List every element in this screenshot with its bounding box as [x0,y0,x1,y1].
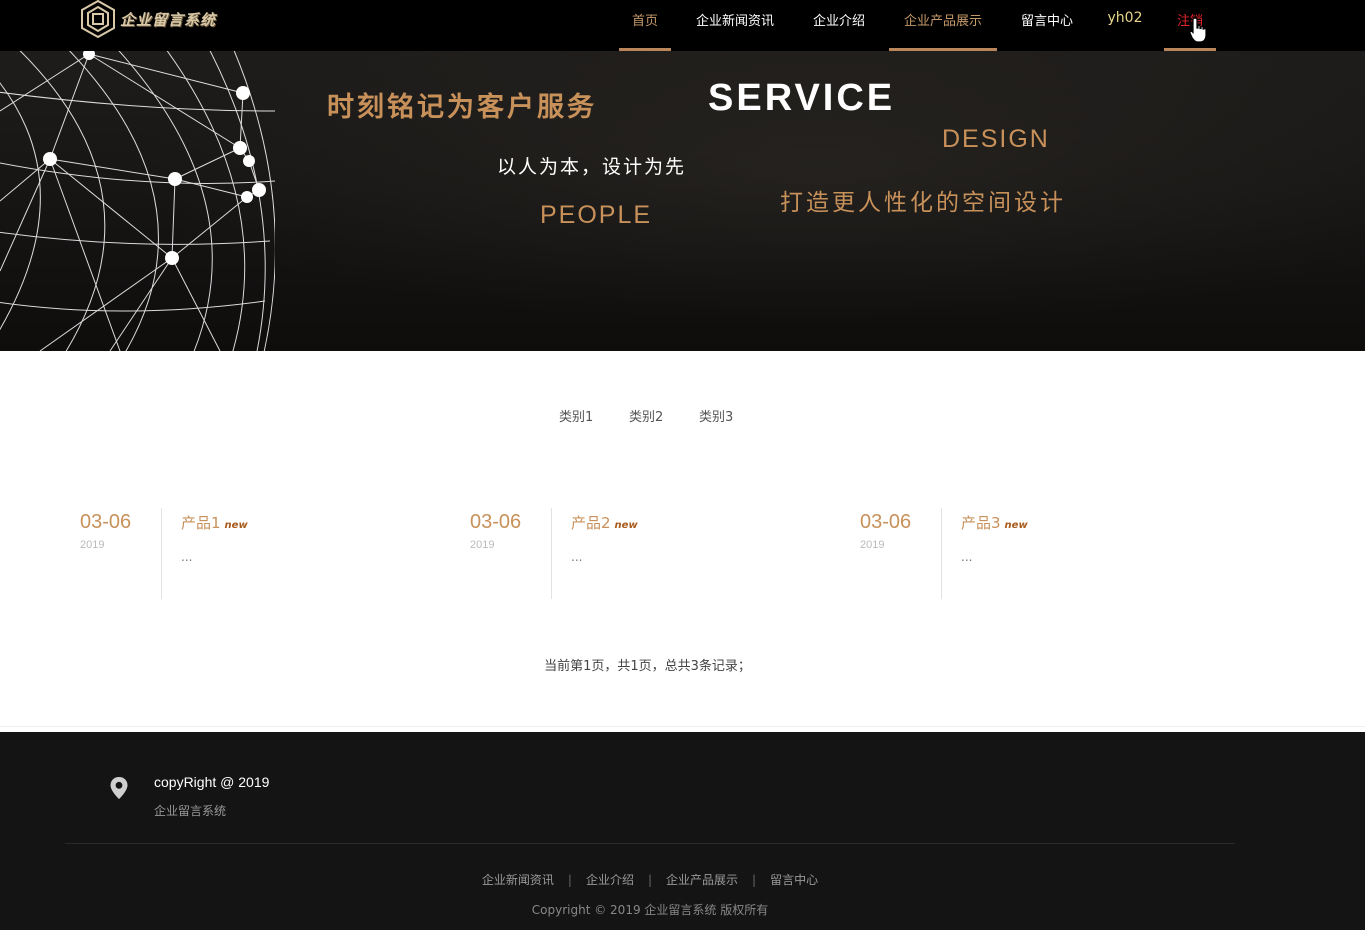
banner-slogan-service-cn: 时刻铭记为客户服务 [327,92,597,123]
product-date: 03-06 [860,511,912,533]
product-title: 产品2 [571,514,611,532]
footer-rights: Copyright © 2019 企业留言系统 版权所有 [531,903,769,917]
logo-text: 企业留言系统 [120,10,217,29]
product-date: 03-06 [470,511,522,533]
product-title-link[interactable]: 产品2 new [571,512,638,533]
network-globe-graphic [0,51,275,351]
product-desc: ... [961,550,973,564]
footer-link-about[interactable]: 企业介绍 [586,873,634,887]
product-title: 产品1 [181,514,221,532]
footer-company: 企业留言系统 [154,804,227,818]
location-pin-icon [110,777,128,799]
category-tab-1[interactable]: 类别1 [559,406,593,425]
nav-about[interactable]: 企业介绍 [808,0,870,51]
new-badge: new [1004,520,1028,531]
category-tabs: 类别1 类别2 类别3 [0,406,1365,426]
product-year: 2019 [80,539,105,551]
footer-top-divider [0,726,1365,727]
product-year: 2019 [470,539,495,551]
pagination-info: 当前第1页，共1页，总共3条记录； [544,659,751,674]
site-logo[interactable]: 企业留言系统 [80,0,216,38]
category-tab-2[interactable]: 类别2 [629,406,663,425]
hero-banner: 时刻铭记为客户服务 SERVICE DESIGN 以人为本，设计为先 打造更人性… [0,51,1365,351]
product-year: 2019 [860,539,885,551]
footer-links: 企业新闻资讯 | 企业介绍 | 企业产品展示 | 留言中心 [0,871,1300,888]
product-divider [551,508,552,599]
nav-news[interactable]: 企业新闻资讯 [690,0,780,51]
footer-sep: | [647,873,653,887]
product-date: 03-06 [80,511,132,533]
footer-copyright: copyRight @ 2019 [154,774,270,790]
product-title-link[interactable]: 产品3 new [961,512,1028,533]
new-badge: new [224,520,248,531]
banner-people-cn: 以人为本，设计为先 [497,156,687,178]
nav-home[interactable]: 首页 [619,0,671,51]
banner-design-en: DESIGN [942,125,1050,153]
site-footer: copyRight @ 2019 企业留言系统 企业新闻资讯 | 企业介绍 | 企业产品… [0,732,1365,930]
product-desc: ... [181,550,193,564]
footer-sep: | [567,873,572,887]
product-title: 产品3 [961,514,1001,532]
new-badge: new [614,520,638,531]
banner-service-en: SERVICE [708,77,896,119]
product-divider [941,508,942,599]
product-card: 03-06 2019 产品3 new ... [860,508,1160,599]
nav-products[interactable]: 企业产品展示 [889,0,997,51]
product-desc: ... [571,550,583,564]
footer-sep: | [752,873,757,887]
product-divider [161,508,162,599]
footer-link-products[interactable]: 企业产品展示 [666,873,738,887]
footer-divider [65,843,1235,844]
banner-design-cn: 打造更人性化的空间设计 [780,190,1066,216]
hexagon-logo-icon [81,0,115,38]
nav-messages[interactable]: 留言中心 [1016,0,1078,51]
footer-link-messages[interactable]: 留言中心 [770,873,818,887]
category-tab-3[interactable]: 类别3 [699,406,733,425]
product-title-link[interactable]: 产品1 new [181,512,248,533]
footer-link-news[interactable]: 企业新闻资讯 [482,873,554,887]
top-nav-bar: 企业留言系统 首页 企业新闻资讯 企业介绍 企业产品展示 留言中心 yh02 注… [0,0,1365,51]
banner-people-en: PEOPLE [540,201,653,229]
product-card: 03-06 2019 产品1 new ... [80,508,380,599]
nav-username[interactable]: yh02 [1100,0,1150,51]
product-card: 03-06 2019 产品2 new ... [470,508,770,599]
hand-cursor-icon [1189,17,1207,43]
